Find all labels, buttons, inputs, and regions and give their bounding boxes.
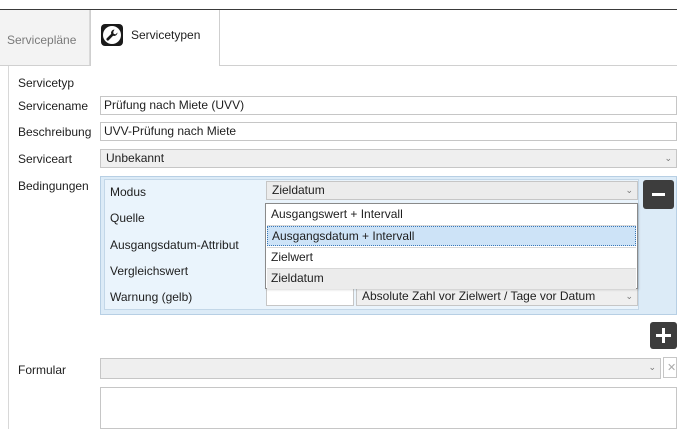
modus-label: Modus [110,185,147,199]
tab-servicetypen[interactable]: Servicetypen [90,10,220,66]
bedingungen-label: Bedingungen [18,179,89,193]
beschreibung-label: Beschreibung [18,125,92,139]
formular-preview-area[interactable] [100,387,677,429]
serviceart-select[interactable]: Unbekannt ⌄ [100,149,677,168]
ausgangsdatum-attribut-label: Ausgangsdatum-Attribut [110,238,239,252]
modus-select[interactable]: Zieldatum ⌄ [266,181,638,200]
chevron-down-icon: ⌄ [648,362,656,372]
servicetyp-label: Servicetyp [18,76,75,90]
warnung-mode-select[interactable]: Absolute Zahl vor Zielwert / Tage vor Da… [356,287,638,306]
formular-label: Formular [18,363,67,377]
quelle-label: Quelle [110,211,145,225]
servicename-label: Servicename [18,99,89,113]
remove-condition-button[interactable] [643,180,674,209]
warnung-mode-value: Absolute Zahl vor Zielwert / Tage vor Da… [362,289,596,303]
servicename-field[interactable]: Prüfung nach Miete (UVV) [100,96,677,115]
serviceart-label: Serviceart [18,152,73,166]
vergleichswert-label: Vergleichswert [110,264,189,278]
warnung-label: Warnung (gelb) [110,290,193,304]
beschreibung-field[interactable]: UVV-Prüfung nach Miete [100,122,677,141]
add-condition-button[interactable] [650,322,677,349]
tab-serviceplaene-label: Servicepläne [7,33,77,47]
modus-option[interactable]: Ausgangswert + Intervall [267,205,636,225]
chevron-down-icon: ⌄ [625,291,633,301]
chevron-down-icon: ⌄ [625,185,633,195]
modus-option-selected[interactable]: Zieldatum [267,269,636,289]
wrench-icon [101,24,123,46]
formular-select[interactable]: ⌄ [100,358,661,379]
modus-option[interactable]: Zielwert [267,248,636,268]
modus-value: Zieldatum [272,183,325,197]
chevron-down-icon: ⌄ [664,153,672,163]
serviceart-value: Unbekannt [106,151,165,165]
warnung-field[interactable] [266,287,354,306]
clear-formular-button[interactable]: ✕ [663,357,677,378]
modus-option-highlighted[interactable]: Ausgangsdatum + Intervall [267,226,636,246]
tab-serviceplaene[interactable]: Servicepläne [0,10,90,65]
tab-servicetypen-label: Servicetypen [131,28,201,42]
modus-dropdown-list: Ausgangswert + Intervall Ausgangsdatum +… [265,203,638,289]
